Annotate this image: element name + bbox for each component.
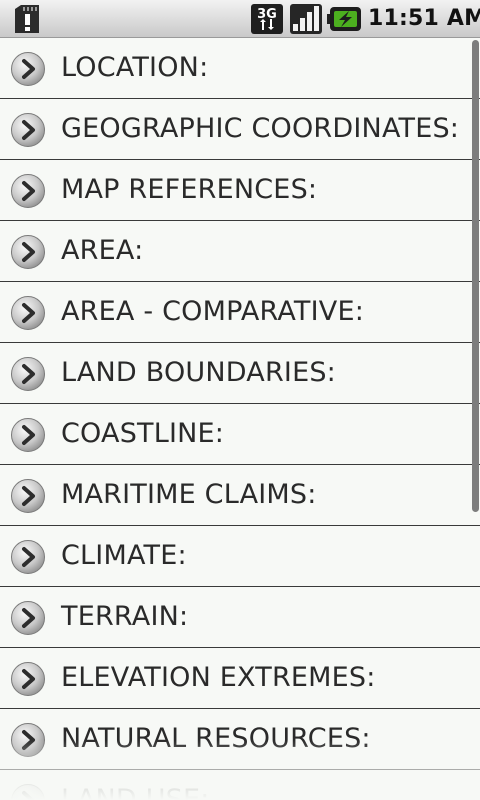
chevron-right-icon	[11, 540, 45, 574]
list-item-label: GEOGRAPHIC COORDINATES:	[61, 113, 460, 144]
chevron-right-icon	[11, 296, 45, 330]
list-item[interactable]: MAP REFERENCES:	[0, 160, 480, 221]
chevron-right-icon	[11, 235, 45, 269]
network-type-label: 3G	[257, 7, 277, 22]
chevron-right-icon	[11, 113, 45, 147]
chevron-right-icon	[11, 662, 45, 696]
list-item[interactable]: LAND USE:	[0, 770, 480, 800]
list-item-label: AREA:	[61, 235, 144, 266]
chevron-right-icon	[11, 357, 45, 391]
list-item[interactable]: TERRAIN:	[0, 587, 480, 648]
list-item[interactable]: MARITIME CLAIMS:	[0, 465, 480, 526]
chevron-right-icon	[11, 52, 45, 86]
list-item-label: MARITIME CLAIMS:	[61, 479, 317, 510]
signal-strength-icon	[290, 4, 322, 34]
list-item[interactable]: LOCATION:	[0, 38, 480, 99]
list-item[interactable]: AREA - COMPARATIVE:	[0, 282, 480, 343]
list-item-label: ELEVATION EXTREMES:	[61, 662, 376, 693]
battery-charging-icon	[327, 7, 361, 31]
chevron-right-icon	[11, 784, 45, 800]
chevron-right-icon	[11, 479, 45, 513]
sd-card-alert-icon	[15, 5, 39, 33]
list-item-label: AREA - COMPARATIVE:	[61, 296, 365, 327]
3g-data-icon: 3G	[251, 4, 283, 34]
chevron-right-icon	[11, 723, 45, 757]
list-item-label: TERRAIN:	[61, 601, 189, 632]
list-item[interactable]: ELEVATION EXTREMES:	[0, 648, 480, 709]
list-item[interactable]: LAND BOUNDARIES:	[0, 343, 480, 404]
list-item-label: NATURAL RESOURCES:	[61, 723, 371, 754]
topic-list[interactable]: LOCATION: GEOGRAPHIC COORDINATES: MAP RE…	[0, 38, 480, 800]
status-time: 11:51 AM	[368, 6, 480, 31]
scrollbar[interactable]	[472, 40, 479, 512]
list-item[interactable]: CLIMATE:	[0, 526, 480, 587]
list-item[interactable]: COASTLINE:	[0, 404, 480, 465]
list-item[interactable]: AREA:	[0, 221, 480, 282]
status-bar: 3G 11:51 AM	[0, 0, 480, 38]
list-item-label: MAP REFERENCES:	[61, 174, 318, 205]
chevron-right-icon	[11, 174, 45, 208]
list-item-label: LAND BOUNDARIES:	[61, 357, 336, 388]
chevron-right-icon	[11, 601, 45, 635]
list-item-label: LOCATION:	[61, 52, 209, 83]
list-item[interactable]: NATURAL RESOURCES:	[0, 709, 480, 770]
chevron-right-icon	[11, 418, 45, 452]
list-item-label: COASTLINE:	[61, 418, 225, 449]
list-item[interactable]: GEOGRAPHIC COORDINATES:	[0, 99, 480, 160]
list-item-label: LAND USE:	[61, 784, 210, 800]
list-item-label: CLIMATE:	[61, 540, 187, 571]
